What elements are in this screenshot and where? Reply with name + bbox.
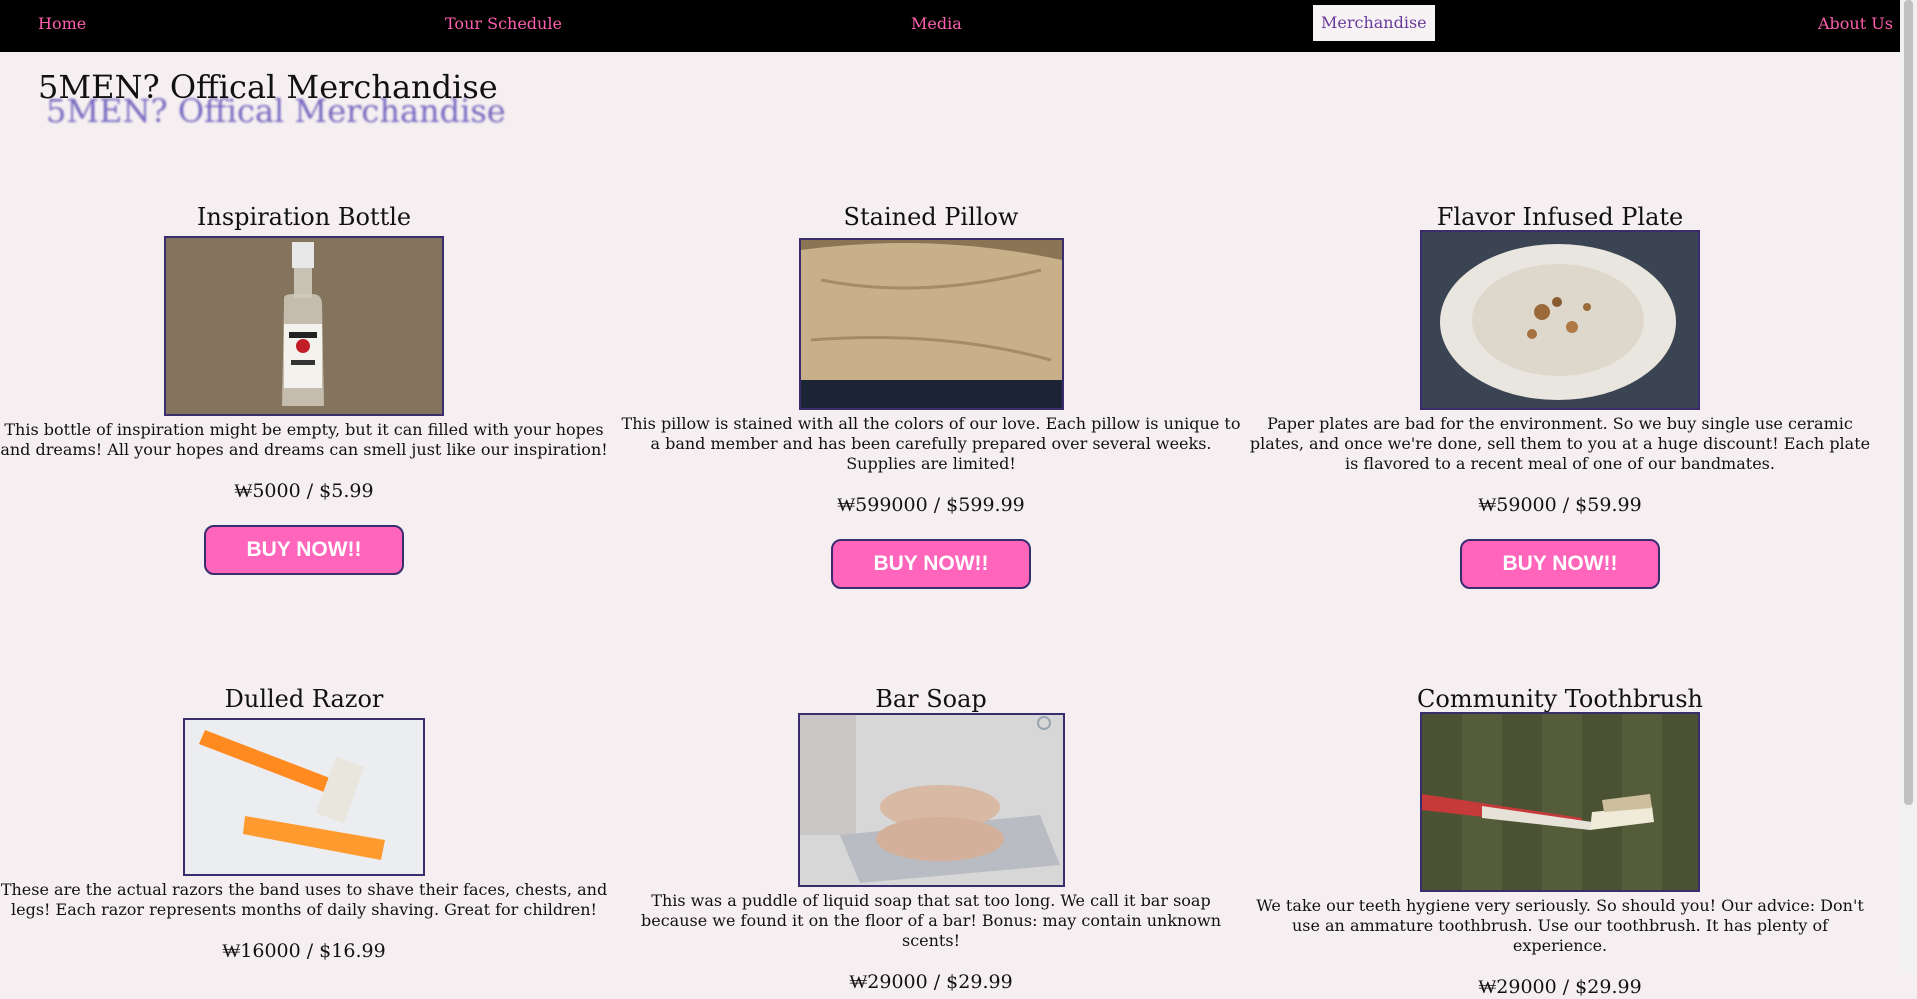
nav-merchandise[interactable]: Merchandise (1313, 5, 1435, 41)
product-card-stained-pillow: Stained Pillow This pillow is stained wi… (621, 200, 1241, 589)
nav-media[interactable]: Media (911, 12, 962, 36)
flavor-infused-plate-image (1420, 230, 1700, 410)
product-description: This was a puddle of liquid soap that sa… (641, 891, 1221, 950)
product-description: This pillow is stained with all the colo… (621, 414, 1241, 473)
product-name: Community Toothbrush (1417, 685, 1703, 713)
product-description: This bottle of inspiration might be empt… (0, 420, 608, 459)
product-description: Paper plates are bad for the environment… (1249, 414, 1871, 473)
product-card-inspiration-bottle: Inspiration Bottle This bottle of inspir… (0, 200, 608, 575)
product-name: Dulled Razor (224, 685, 384, 713)
buy-now-button[interactable]: BUY NOW!! (831, 539, 1031, 589)
nav-home[interactable]: Home (38, 12, 86, 36)
page-title: 5MEN? Offical Merchandise 5MEN? Offical … (38, 68, 558, 138)
product-card-community-toothbrush: Community Toothbrush We take our teeth h… (1248, 682, 1872, 999)
product-description: These are the actual razors the band use… (0, 880, 608, 919)
inspiration-bottle-image (164, 236, 444, 416)
product-card-flavor-infused-plate: Flavor Infused Plate Paper plates are ba… (1248, 200, 1872, 589)
dulled-razor-image (183, 718, 425, 876)
product-card-dulled-razor: Dulled Razor These are the actual razors… (0, 682, 608, 963)
buy-now-button[interactable]: BUY NOW!! (204, 525, 404, 575)
top-navigation: Home Tour Schedule Media Merchandise Abo… (0, 0, 1900, 52)
product-price: ₩16000 / $16.99 (222, 940, 386, 962)
product-price: ₩599000 / $599.99 (837, 494, 1025, 516)
community-toothbrush-image (1420, 712, 1700, 892)
product-name: Inspiration Bottle (196, 203, 412, 231)
product-name: Flavor Infused Plate (1436, 203, 1684, 231)
buy-now-button[interactable]: BUY NOW!! (1460, 539, 1660, 589)
product-card-bar-soap: Bar Soap This was a puddle of liquid soa… (621, 682, 1241, 994)
vertical-scrollbar[interactable] (1900, 0, 1917, 971)
product-price: ₩29000 / $29.99 (849, 971, 1013, 993)
nav-about-us[interactable]: About Us (1818, 12, 1893, 36)
stained-pillow-image (798, 238, 1064, 410)
nav-tour-schedule[interactable]: Tour Schedule (445, 12, 562, 36)
scrollbar-thumb[interactable] (1904, 0, 1913, 805)
product-description: We take our teeth hygiene very seriously… (1256, 896, 1864, 955)
product-price: ₩5000 / $5.99 (234, 480, 374, 502)
bar-soap-image (797, 713, 1065, 887)
product-price: ₩29000 / $29.99 (1478, 976, 1642, 998)
product-name: Stained Pillow (843, 203, 1019, 231)
page-title-text: 5MEN? Offical Merchandise (38, 68, 498, 106)
product-price: ₩59000 / $59.99 (1478, 494, 1642, 516)
product-name: Bar Soap (875, 685, 987, 713)
